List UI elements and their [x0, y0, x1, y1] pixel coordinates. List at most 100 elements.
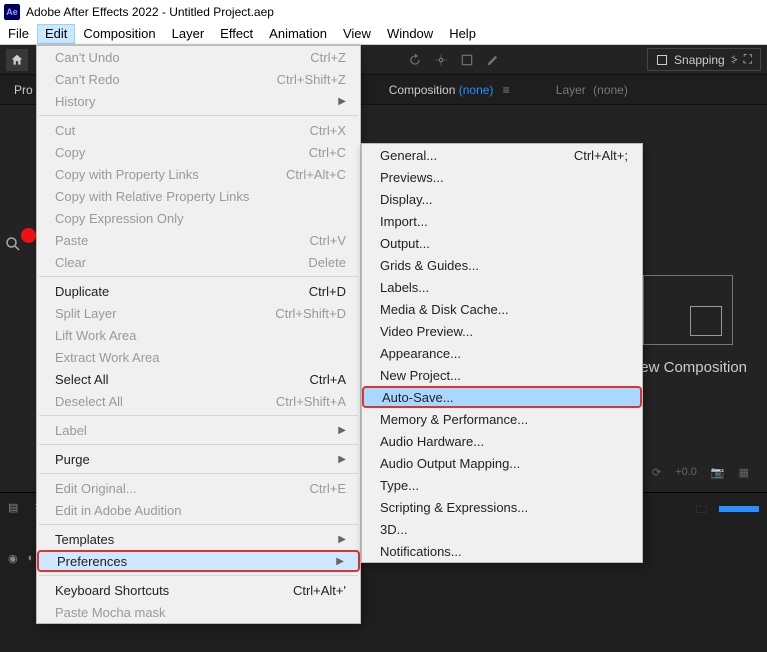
viewer-footer-icons: ⟳+0.0 📷 ▦	[652, 466, 749, 479]
menu-item-clear: ClearDelete	[37, 251, 360, 273]
refresh-icon[interactable]: ⟳	[652, 466, 661, 479]
menu-window[interactable]: Window	[379, 24, 441, 44]
shortcut-label: Ctrl+V	[310, 233, 346, 248]
shortcut-label: Ctrl+E	[310, 481, 346, 496]
shortcut-label: Ctrl+Shift+A	[276, 394, 346, 409]
prefs-item-previews[interactable]: Previews...	[362, 166, 642, 188]
menu-layer[interactable]: Layer	[164, 24, 213, 44]
search-icon[interactable]	[4, 235, 22, 258]
pen-tool-icon[interactable]	[486, 53, 500, 67]
submenu-arrow-icon: ▶	[338, 454, 346, 465]
titlebar: Ae Adobe After Effects 2022 - Untitled P…	[0, 0, 767, 24]
shortcut-label: Ctrl+Shift+D	[275, 306, 346, 321]
menu-item-edit-in-adobe-audition: Edit in Adobe Audition	[37, 499, 360, 521]
separator	[39, 473, 358, 474]
tab-layer[interactable]: Layer (none)	[548, 79, 636, 101]
menu-item-copy-with-property-links: Copy with Property LinksCtrl+Alt+C	[37, 163, 360, 185]
shortcut-label: Ctrl+Z	[310, 50, 346, 65]
shortcut-label: Ctrl+A	[310, 372, 346, 387]
submenu-arrow-icon: ▶	[338, 534, 346, 545]
menu-item-deselect-all: Deselect AllCtrl+Shift+A	[37, 390, 360, 412]
prefs-item-scripting-expressions[interactable]: Scripting & Expressions...	[362, 496, 642, 518]
menu-item-duplicate[interactable]: DuplicateCtrl+D	[37, 280, 360, 302]
prefs-item-d[interactable]: 3D...	[362, 518, 642, 540]
menu-item-purge[interactable]: Purge▶	[37, 448, 360, 470]
menu-item-edit-original: Edit Original...Ctrl+E	[37, 477, 360, 499]
submenu-arrow-icon: ▶	[336, 556, 344, 567]
home-button[interactable]	[6, 49, 28, 71]
separator	[39, 115, 358, 116]
menu-item-select-all[interactable]: Select AllCtrl+A	[37, 368, 360, 390]
shape-tool-icon[interactable]	[460, 53, 474, 67]
menu-item-cut: CutCtrl+X	[37, 119, 360, 141]
time-indicator[interactable]	[719, 506, 759, 512]
prefs-item-media-disk-cache[interactable]: Media & Disk Cache...	[362, 298, 642, 320]
prefs-item-output[interactable]: Output...	[362, 232, 642, 254]
menu-composition[interactable]: Composition	[75, 24, 163, 44]
annotation-marker-icon	[21, 228, 36, 243]
menu-item-copy: CopyCtrl+C	[37, 141, 360, 163]
prefs-item-type[interactable]: Type...	[362, 474, 642, 496]
prefs-item-appearance[interactable]: Appearance...	[362, 342, 642, 364]
expand-icon: ⛶	[744, 52, 752, 67]
prefs-item-import[interactable]: Import...	[362, 210, 642, 232]
prefs-item-grids-guides[interactable]: Grids & Guides...	[362, 254, 642, 276]
app-title: Adobe After Effects 2022	[26, 5, 159, 19]
separator	[39, 415, 358, 416]
menu-item-extract-work-area: Extract Work Area	[37, 346, 360, 368]
visibility-toggle-icon[interactable]: ◉	[8, 552, 18, 565]
shortcut-label: Ctrl+Shift+Z	[277, 72, 346, 87]
menu-item-can-t-undo: Can't UndoCtrl+Z	[37, 46, 360, 68]
shortcut-label: Ctrl+Alt+C	[286, 167, 346, 182]
snapping-toggle[interactable]: Snapping ⸖ ⛶	[647, 48, 761, 71]
prefs-item-new-project[interactable]: New Project...	[362, 364, 642, 386]
prefs-item-general[interactable]: General...Ctrl+Alt+;	[362, 144, 642, 166]
tab-composition[interactable]: Composition (none) ≡	[381, 79, 518, 101]
checkbox-icon	[656, 54, 668, 66]
panel-layout-icon[interactable]: ▤	[8, 501, 18, 520]
prefs-item-memory-performance[interactable]: Memory & Performance...	[362, 408, 642, 430]
submenu-arrow-icon: ▶	[338, 96, 346, 107]
grid-icon[interactable]: ▦	[739, 466, 749, 479]
menu-item-copy-expression-only: Copy Expression Only	[37, 207, 360, 229]
menu-animation[interactable]: Animation	[261, 24, 335, 44]
menu-view[interactable]: View	[335, 24, 379, 44]
prefs-item-notifications[interactable]: Notifications...	[362, 540, 642, 562]
menu-edit[interactable]: Edit	[37, 24, 75, 44]
menu-item-keyboard-shortcuts[interactable]: Keyboard ShortcutsCtrl+Alt+'	[37, 579, 360, 601]
audio-toggle-icon[interactable]: ◐	[28, 552, 35, 565]
preferences-submenu: General...Ctrl+Alt+;Previews...Display..…	[361, 143, 643, 563]
menu-item-templates[interactable]: Templates▶	[37, 528, 360, 550]
rotate-tool-icon[interactable]	[408, 53, 422, 67]
prefs-item-video-preview[interactable]: Video Preview...	[362, 320, 642, 342]
prefs-item-audio-output-mapping[interactable]: Audio Output Mapping...	[362, 452, 642, 474]
menu-item-history: History▶	[37, 90, 360, 112]
new-composition-button[interactable]: New Composition	[629, 275, 747, 376]
shortcut-label: Ctrl+D	[309, 284, 346, 299]
snapping-label: Snapping	[674, 53, 725, 67]
shortcut-label: Ctrl+Alt+'	[293, 583, 346, 598]
menu-item-lift-work-area: Lift Work Area	[37, 324, 360, 346]
prefs-item-labels[interactable]: Labels...	[362, 276, 642, 298]
menu-item-paste: PasteCtrl+V	[37, 229, 360, 251]
new-composition-icon	[643, 275, 733, 345]
menu-effect[interactable]: Effect	[212, 24, 261, 44]
prefs-item-auto-save[interactable]: Auto-Save...	[362, 386, 642, 408]
panel-menu-icon[interactable]: ≡	[503, 83, 510, 97]
separator	[39, 444, 358, 445]
submenu-arrow-icon: ▶	[338, 425, 346, 436]
project-title: Untitled Project.aep	[169, 5, 274, 19]
menubar: FileEditCompositionLayerEffectAnimationV…	[0, 24, 767, 45]
shortcut-label: Ctrl+C	[309, 145, 346, 160]
prefs-item-audio-hardware[interactable]: Audio Hardware...	[362, 430, 642, 452]
menu-item-preferences[interactable]: Preferences▶	[37, 550, 360, 572]
camera-icon[interactable]: 📷	[711, 466, 725, 479]
prefs-item-display[interactable]: Display...	[362, 188, 642, 210]
menu-help[interactable]: Help	[441, 24, 484, 44]
menu-item-paste-mocha-mask: Paste Mocha mask	[37, 601, 360, 623]
menu-file[interactable]: File	[0, 24, 37, 44]
edit-menu-dropdown: Can't UndoCtrl+ZCan't RedoCtrl+Shift+ZHi…	[36, 45, 361, 624]
folder-icon[interactable]: 🗀	[696, 501, 707, 520]
anchor-point-tool-icon[interactable]	[434, 53, 448, 67]
app-logo-icon: Ae	[4, 4, 20, 20]
